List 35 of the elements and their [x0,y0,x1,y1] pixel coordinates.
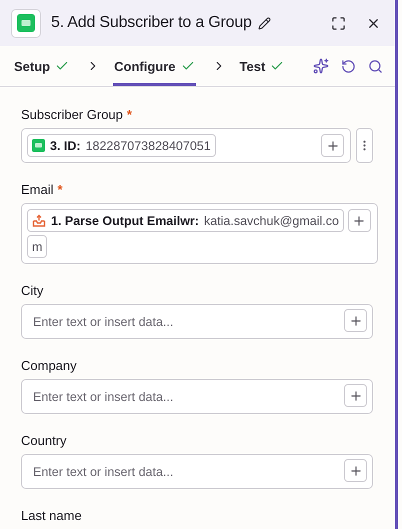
field-label: Email [21,182,54,197]
input-field[interactable]: 3. ID: 182287073828407051 [21,128,351,163]
data-token[interactable]: 3. ID: 182287073828407051 [27,134,216,157]
inbox-upload-icon [32,214,46,228]
plus-icon [352,214,366,228]
chat-app-icon [32,139,45,152]
field-label: Company [21,358,77,373]
field-label: Country [21,433,67,448]
plus-icon [348,314,362,328]
insert-data-button[interactable] [344,384,367,407]
plus-icon [326,138,340,152]
input-field[interactable]: Enter text or insert data... [21,454,373,489]
required-mark: * [126,107,132,122]
insert-data-button[interactable] [321,134,344,157]
edit-icon[interactable] [256,14,273,32]
input-field[interactable]: 1. Parse Output Emailwr: katia.savchuk@gmail.co m [21,203,378,264]
sparkle-icon[interactable] [311,56,331,76]
input-field[interactable]: Enter text or insert data... [21,379,373,414]
data-token[interactable]: m [27,235,48,258]
field-label: Subscriber Group [21,107,123,122]
insert-data-button[interactable] [344,309,367,332]
step-tab[interactable]: Test [238,46,286,86]
insert-data-button[interactable] [348,209,371,232]
field-label: Last name [21,508,82,523]
step-tab[interactable]: Configure [113,46,196,86]
data-token[interactable]: 1. Parse Output Emailwr: katia.savchuk@gmail.co [27,209,344,232]
required-mark: * [58,182,63,197]
step-tab[interactable]: Setup [13,46,70,86]
app-icon [11,8,41,38]
step-title: 5. Add Subscriber to a Group [51,14,252,32]
insert-data-button[interactable] [344,459,367,482]
input-field[interactable]: Enter text or insert data... [21,304,373,339]
field-label: City [21,283,44,298]
plus-icon [348,464,362,478]
plus-icon [348,388,362,402]
